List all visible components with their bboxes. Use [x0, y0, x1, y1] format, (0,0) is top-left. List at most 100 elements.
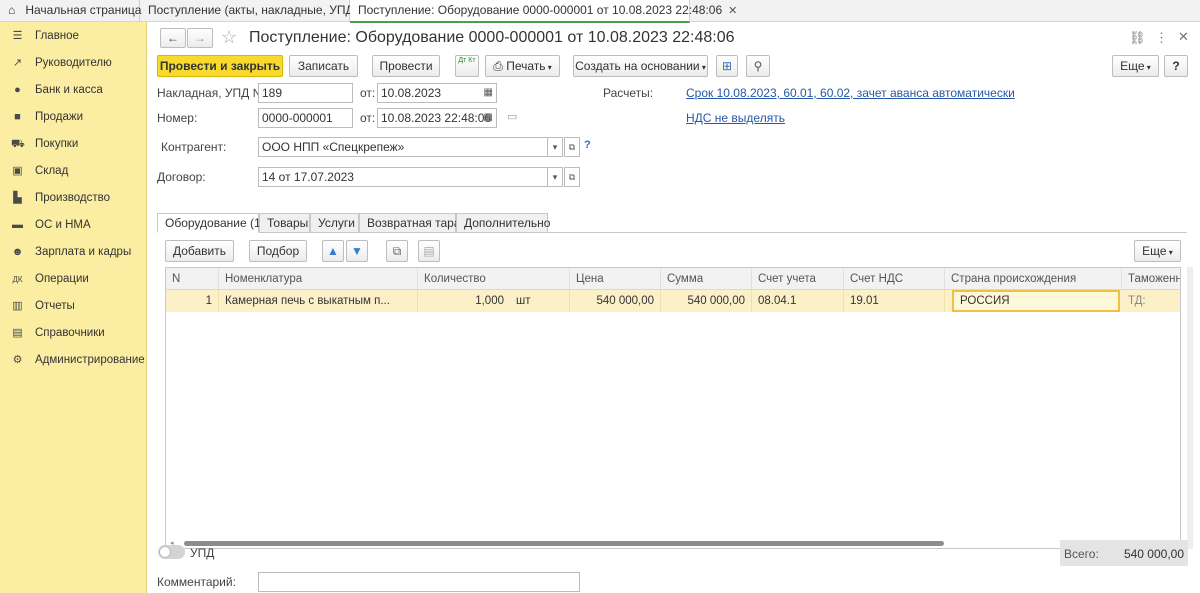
table-row[interactable]: 1 Камерная печь с выкатным п... 1,000 шт… [166, 290, 1180, 312]
sidebar-item-payroll[interactable]: ☻ Зарплата и кадры [0, 239, 147, 266]
tab-equipment[interactable]: Оборудование (1) [157, 213, 265, 233]
cell-quantity[interactable]: 1,000 [418, 290, 510, 312]
settlements-link[interactable]: Срок 10.08.2023, 60.01, 60.02, зачет ава… [686, 86, 1015, 100]
bag-icon: ■ [14, 111, 21, 123]
open-icon[interactable]: ⧉ [564, 167, 580, 187]
sidebar-item-purchases[interactable]: ⛟ Покупки [0, 131, 147, 158]
create-based-on-button[interactable]: Создать на основании ▾ [573, 55, 708, 77]
move-down-button[interactable]: ▼ [346, 240, 368, 262]
column-header-quantity[interactable]: Количество [418, 268, 570, 290]
sidebar-item-manager[interactable]: ↗ Руководителю [0, 50, 147, 77]
number-input[interactable]: 0000-000001 [258, 108, 353, 128]
sidebar-item-operations[interactable]: ДК Операции [0, 266, 147, 293]
arrow-up-icon: ▲ [327, 244, 339, 258]
counterparty-input[interactable]: ООО НПП «Спецкрепеж» [258, 137, 563, 157]
sidebar-item-catalogs[interactable]: ▤ Справочники [0, 320, 147, 347]
calendar-icon[interactable]: ▦ [484, 84, 493, 102]
structure-button[interactable]: ⊞ [716, 55, 738, 77]
comment-input[interactable] [258, 572, 580, 592]
cell-vat-account[interactable]: 19.01 [844, 290, 945, 312]
save-button[interactable]: Записать [289, 55, 358, 77]
sidebar-item-label: Справочники [35, 327, 105, 339]
paste-row-button[interactable]: ▤ [418, 240, 440, 262]
cell-account[interactable]: 08.04.1 [752, 290, 844, 312]
column-header-vat-account[interactable]: Счет НДС [844, 268, 945, 290]
column-header-customs[interactable]: Таможенна [1122, 268, 1180, 290]
column-header-price[interactable]: Цена [570, 268, 661, 290]
print-button[interactable]: ⎙ Печать ▾ [485, 55, 560, 77]
contract-label: Договор: [157, 170, 206, 184]
column-header-n[interactable]: N [166, 268, 219, 290]
close-icon[interactable]: ✕ [728, 5, 737, 17]
tab-receipts-list[interactable]: Поступление (акты, накладные, УПД)✕ [140, 0, 373, 22]
tab-returnable-packaging[interactable]: Возвратная тара [359, 213, 461, 233]
vertical-scrollbar[interactable] [1187, 267, 1193, 549]
attach-button[interactable]: ⚲ [746, 55, 770, 77]
sidebar-item-production[interactable]: ▙ Производство [0, 185, 147, 212]
close-form-icon[interactable]: ✕ [1178, 29, 1189, 45]
cell-sum[interactable]: 540 000,00 [661, 290, 752, 312]
tab-home[interactable]: ⌂ Начальная страница [0, 0, 141, 22]
cell-item[interactable]: Камерная печь с выкатным п... [219, 290, 418, 312]
sidebar-item-fixed-assets[interactable]: ▬ ОС и НМА [0, 212, 147, 239]
sidebar-item-warehouse[interactable]: ▣ Склад [0, 158, 147, 185]
dt-kt-icon: ДК [12, 275, 23, 284]
tab-additional[interactable]: Дополнительно [456, 213, 550, 233]
cell-price[interactable]: 540 000,00 [570, 290, 661, 312]
vat-link[interactable]: НДС не выделять [686, 111, 785, 125]
open-icon[interactable]: ⧉ [564, 137, 580, 157]
sidebar-item-admin[interactable]: ⚙ Администрирование [0, 347, 147, 374]
table-more-button[interactable]: Еще ▾ [1134, 240, 1181, 262]
post-button[interactable]: Провести [372, 55, 440, 77]
sidebar-item-sales[interactable]: ■ Продажи [0, 104, 147, 131]
truck-icon: ▬ [12, 219, 23, 231]
question-icon[interactable]: ? [584, 139, 591, 151]
link-icon[interactable]: ⛓ [1129, 30, 1146, 46]
sidebar-item-label: Склад [35, 165, 69, 177]
post-and-close-button[interactable]: Провести и закрыть [157, 55, 283, 77]
forward-button[interactable]: → [187, 28, 213, 48]
sidebar-item-reports[interactable]: ▥ Отчеты [0, 293, 147, 320]
select-button[interactable]: Подбор [249, 240, 307, 262]
sidebar-item-label: Администрирование [35, 354, 145, 366]
column-header-country[interactable]: Страна происхождения [945, 268, 1122, 290]
contract-input[interactable]: 14 от 17.07.2023 [258, 167, 563, 187]
invoice-date-input[interactable]: 10.08.2023 ▦ [377, 83, 497, 103]
sidebar-item-label: Операции [35, 273, 89, 285]
upd-toggle[interactable] [158, 545, 185, 559]
sidebar-item-main[interactable]: ☰ Главное [0, 23, 147, 50]
tab-services[interactable]: Услуги [310, 213, 359, 233]
sidebar-item-label: ОС и НМА [35, 219, 91, 231]
cell-unit[interactable]: шт [510, 290, 570, 312]
keyboard-icon[interactable]: ▭ [507, 110, 517, 123]
back-button[interactable]: ← [160, 28, 186, 48]
tab-receipt-document[interactable]: Поступление: Оборудование 0000-000001 от… [350, 0, 737, 23]
favorite-star-icon[interactable]: ☆ [221, 27, 237, 48]
cell-country[interactable]: РОССИЯ [952, 290, 1120, 312]
column-header-item[interactable]: Номенклатура [219, 268, 418, 290]
help-button[interactable]: ? [1164, 55, 1188, 77]
chevron-down-icon: ▾ [699, 63, 706, 72]
cell-n[interactable]: 1 [166, 290, 219, 312]
move-up-button[interactable]: ▲ [322, 240, 344, 262]
invoice-number-input[interactable]: 189 [258, 83, 353, 103]
bar-chart-icon: ▥ [12, 300, 23, 312]
horizontal-scrollbar[interactable] [184, 541, 944, 546]
column-header-sum[interactable]: Сумма [661, 268, 752, 290]
sidebar-item-bank[interactable]: ● Банк и касса [0, 77, 147, 104]
column-header-account[interactable]: Счет учета [752, 268, 844, 290]
chevron-down-icon[interactable]: ▾ [547, 167, 563, 187]
cell-customs[interactable]: ТД: [1122, 290, 1180, 312]
calendar-icon[interactable]: ▦ [484, 109, 493, 127]
document-form: ← → ☆ Поступление: Оборудование 0000-000… [148, 22, 1200, 593]
more-vertical-icon[interactable]: ⋮ [1155, 30, 1168, 46]
copy-row-button[interactable]: ⧉ [386, 240, 408, 262]
more-button[interactable]: Еще ▾ [1112, 55, 1159, 77]
chevron-down-icon[interactable]: ▾ [547, 137, 563, 157]
add-row-button[interactable]: Добавить [165, 240, 234, 262]
number-date-input[interactable]: 10.08.2023 22:48:06 ▦ [377, 108, 497, 128]
chevron-down-icon: ▾ [1166, 248, 1173, 257]
tab-goods[interactable]: Товары [259, 213, 310, 233]
upd-label: УПД [190, 546, 215, 560]
dt-kt-button[interactable]: Дт Кт [455, 55, 479, 77]
